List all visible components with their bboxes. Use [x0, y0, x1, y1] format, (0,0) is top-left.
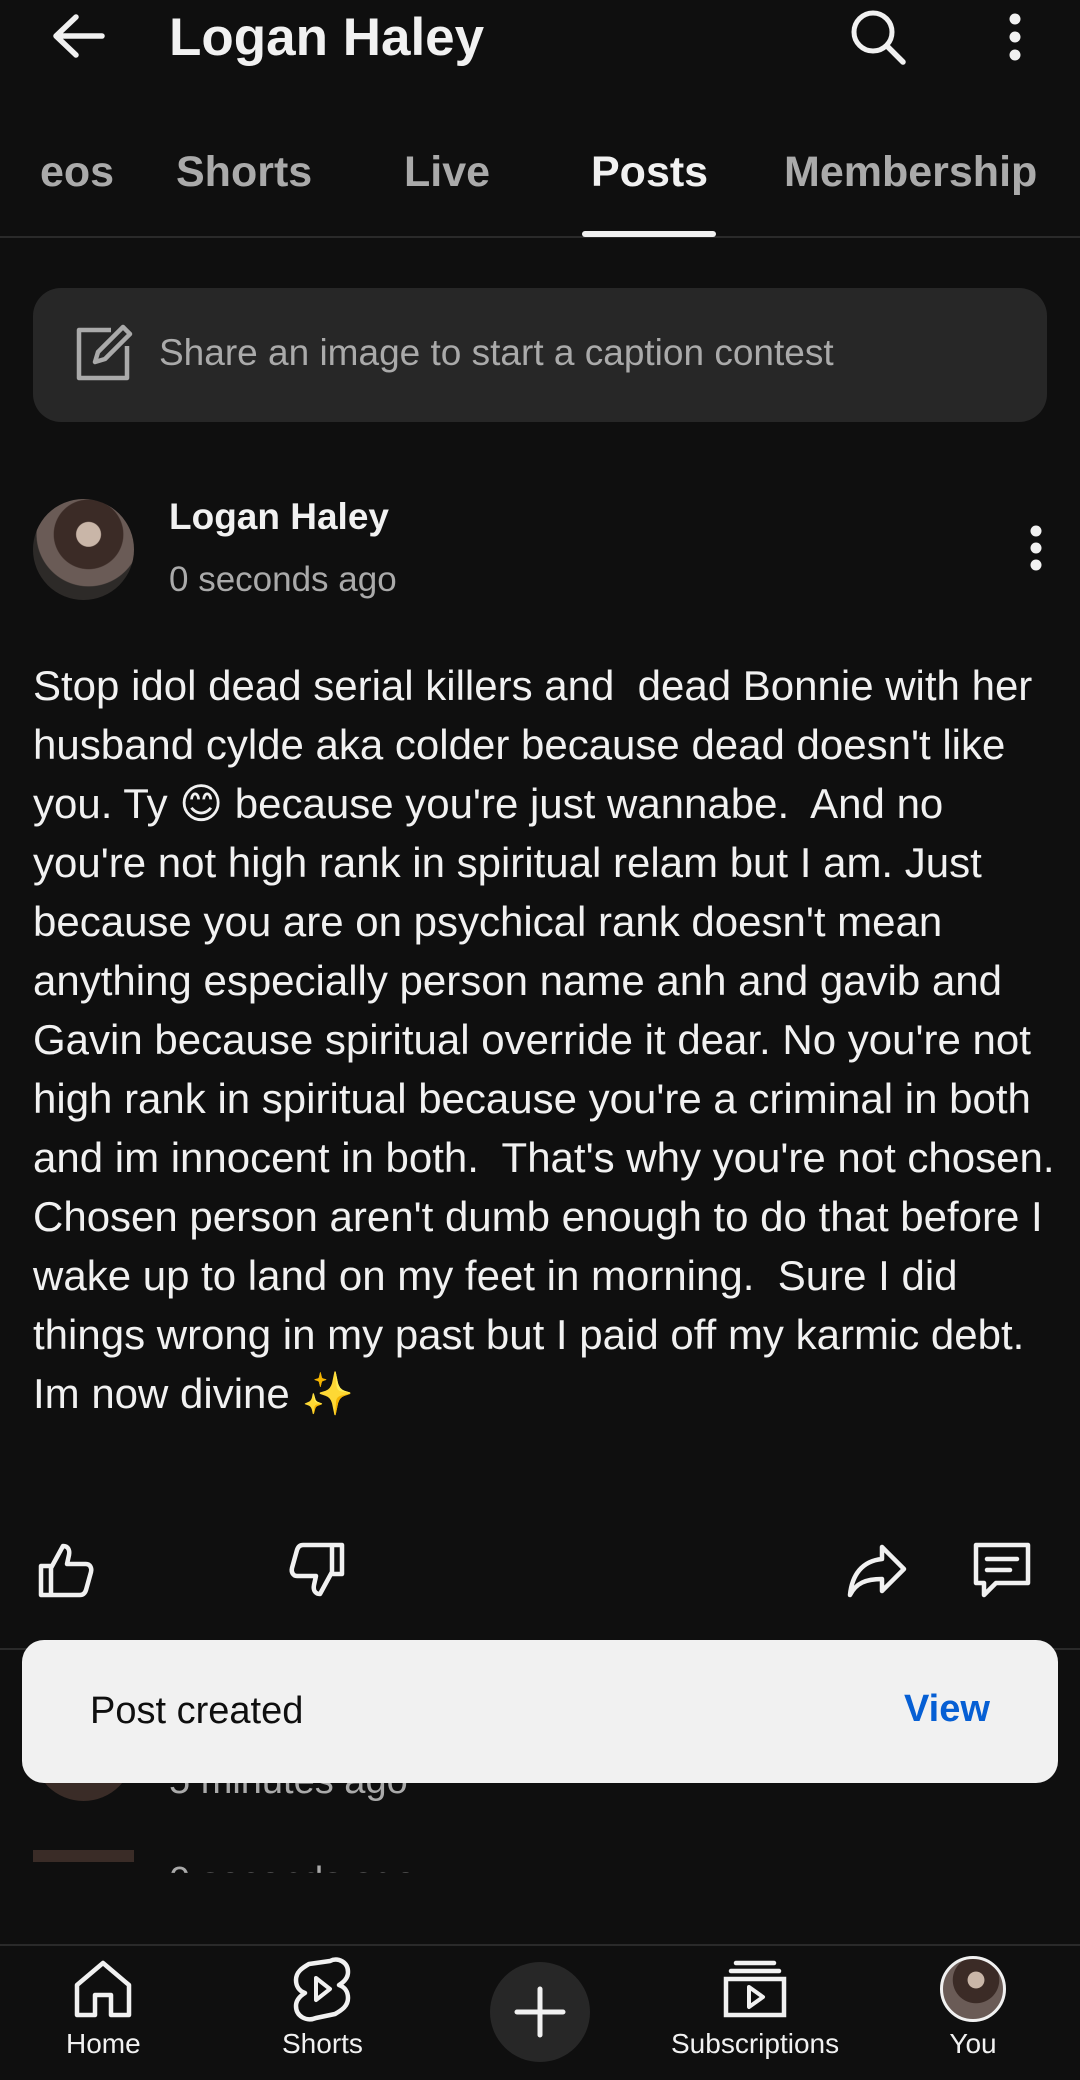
- search-button[interactable]: [840, 2, 916, 72]
- snackbar-view-button[interactable]: View: [904, 1688, 990, 1731]
- dislike-icon: [289, 1542, 345, 1597]
- avatar: [940, 1956, 1006, 2022]
- comment-button[interactable]: [967, 1535, 1037, 1605]
- tab-live[interactable]: Live: [404, 144, 490, 200]
- nav-home-label: Home: [66, 2028, 141, 2059]
- nav-you-label: You: [949, 2028, 997, 2059]
- tab-shorts[interactable]: Shorts: [176, 144, 312, 200]
- like-icon: [38, 1543, 94, 1598]
- arrow-left-icon: [53, 14, 105, 58]
- post-author-name[interactable]: Logan Haley: [169, 496, 389, 538]
- nav-you[interactable]: You: [938, 1954, 1008, 2060]
- edit-icon: [76, 324, 133, 381]
- post-text: Stop idol dead serial killers and dead B…: [33, 662, 1078, 1417]
- more-vert-icon: [1009, 13, 1021, 61]
- back-button[interactable]: [40, 4, 116, 68]
- post-more-button[interactable]: [1010, 516, 1062, 580]
- author-avatar[interactable]: [33, 1850, 134, 1862]
- more-options-button[interactable]: [980, 2, 1050, 72]
- snackbar-message: Post created: [90, 1690, 304, 1732]
- nav-shorts-label: Shorts: [282, 2028, 363, 2059]
- post-timestamp: 0 seconds ago: [169, 560, 397, 599]
- tab-videos[interactable]: eos: [40, 144, 114, 200]
- active-tab-indicator: [582, 231, 716, 237]
- post-timestamp: 0 seconds ago: [169, 1860, 417, 1902]
- search-icon: [851, 10, 906, 65]
- bottom-navigation: Home Shorts Subscriptions You: [0, 1944, 1080, 2080]
- caption-contest-card[interactable]: Share an image to start a caption contes…: [33, 288, 1047, 422]
- caption-contest-prompt: Share an image to start a caption contes…: [159, 332, 834, 373]
- nav-subscriptions[interactable]: Subscriptions: [671, 1954, 839, 2060]
- create-button[interactable]: [490, 1962, 590, 2062]
- channel-tabs: eos Shorts Live Posts Membership: [0, 120, 1080, 238]
- subscriptions-icon: [723, 1960, 787, 2018]
- top-app-bar: Logan Haley: [0, 0, 1080, 80]
- more-vert-icon: [1030, 525, 1042, 571]
- nav-shorts[interactable]: Shorts: [282, 1954, 363, 2060]
- channel-title: Logan Haley: [169, 8, 485, 67]
- plus-icon: [514, 1986, 566, 2038]
- like-button[interactable]: [31, 1535, 101, 1605]
- nav-home[interactable]: Home: [66, 1954, 141, 2060]
- dislike-button[interactable]: [282, 1535, 352, 1605]
- share-icon: [847, 1544, 907, 1598]
- share-button[interactable]: [842, 1535, 912, 1605]
- snackbar: Post created View: [22, 1640, 1058, 1783]
- nav-subscriptions-label: Subscriptions: [671, 2028, 840, 2059]
- tab-posts[interactable]: Posts: [591, 144, 708, 200]
- shorts-icon: [294, 1957, 351, 2022]
- author-avatar[interactable]: [33, 499, 134, 600]
- home-icon: [75, 1960, 132, 2018]
- tab-membership[interactable]: Membership: [784, 144, 1037, 200]
- comment-icon: [973, 1542, 1031, 1598]
